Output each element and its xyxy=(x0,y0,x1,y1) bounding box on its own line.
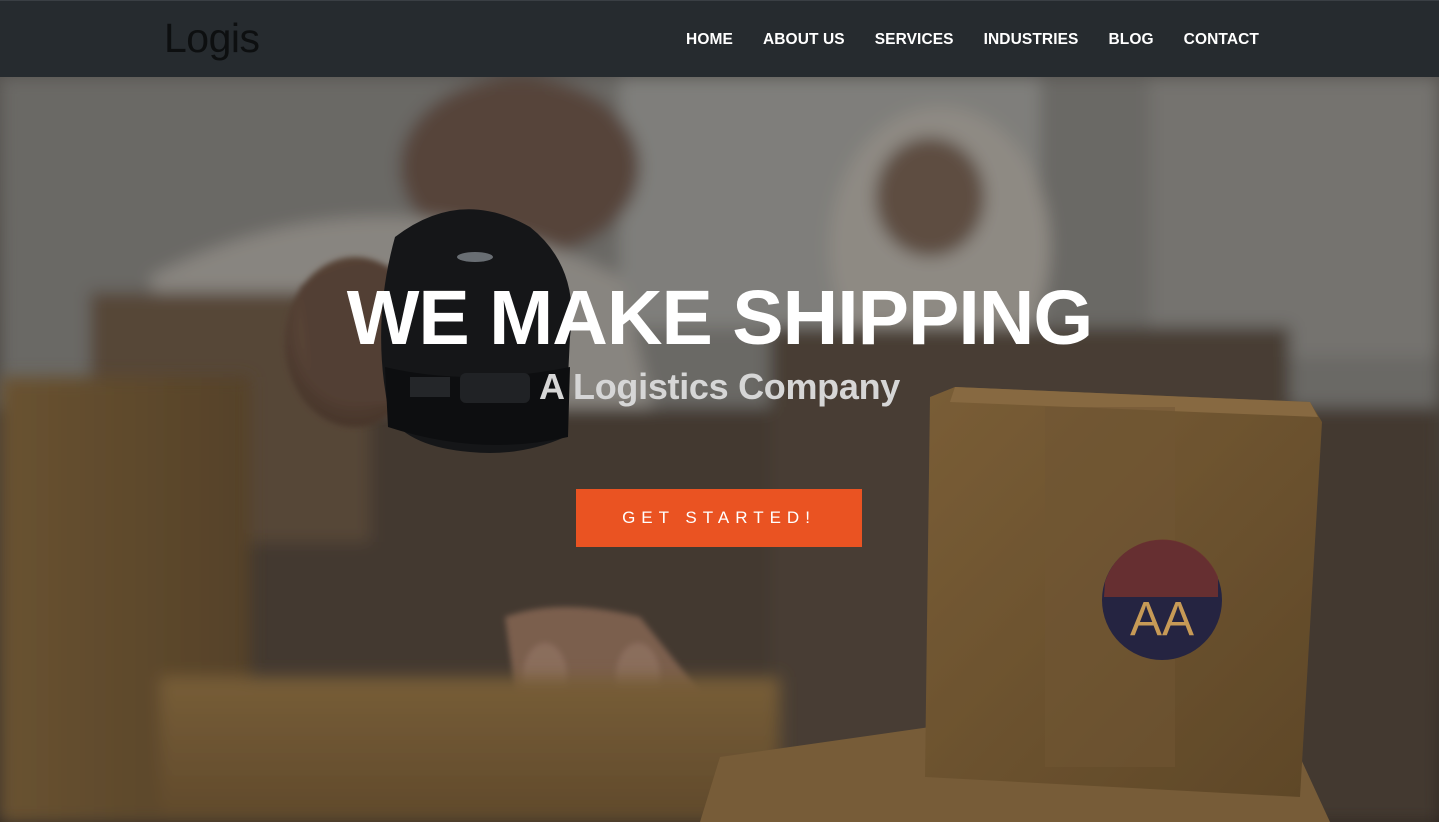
hero-section: WE MAKE SHIPPING A Logistics Company GET… xyxy=(0,77,1439,822)
nav-link-industries[interactable]: INDUSTRIES xyxy=(984,31,1079,48)
nav-item-blog: BLOG xyxy=(1108,31,1153,49)
hero-subtitle: A Logistics Company xyxy=(538,366,900,407)
nav-link-about-us[interactable]: ABOUT US xyxy=(763,31,845,48)
hero-title: WE MAKE SHIPPING xyxy=(346,275,1094,361)
nav-link-blog[interactable]: BLOG xyxy=(1108,31,1153,48)
nav-item-industries: INDUSTRIES xyxy=(984,31,1079,49)
get-started-button[interactable]: GET STARTED! xyxy=(576,489,862,547)
box-sticker-label: AA xyxy=(1130,593,1194,646)
hero-overlay xyxy=(0,77,1439,822)
nav-link-contact[interactable]: CONTACT xyxy=(1184,31,1259,48)
nav-item-home: HOME xyxy=(686,31,733,49)
top-navbar: Logis HOME ABOUT US SERVICES INDUSTRIES … xyxy=(0,0,1439,77)
nav-link-services[interactable]: SERVICES xyxy=(875,31,954,48)
nav-link-home[interactable]: HOME xyxy=(686,31,733,48)
box-sticker-text: AA xyxy=(1130,593,1194,646)
nav-item-about-us: ABOUT US xyxy=(763,31,845,49)
nav-item-contact: CONTACT xyxy=(1184,31,1259,49)
site-logo[interactable]: Logis xyxy=(164,18,260,59)
nav-item-services: SERVICES xyxy=(875,31,954,49)
